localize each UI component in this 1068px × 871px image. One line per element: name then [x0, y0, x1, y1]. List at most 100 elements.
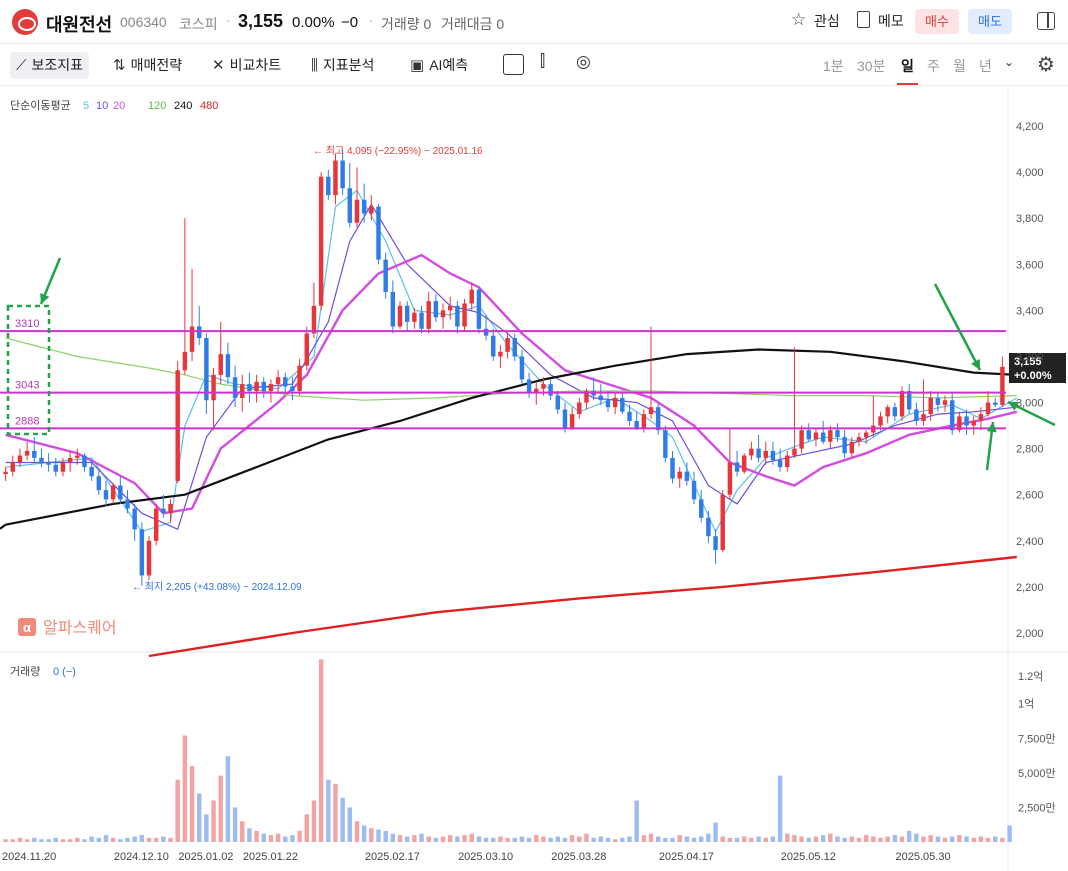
date-tick-label: 2025.01.22 [243, 851, 298, 863]
volume-bar [648, 833, 654, 842]
ai-predict-button[interactable]: ▣ AI예측 [410, 52, 468, 79]
volume-bar [333, 783, 338, 842]
volume-bar [749, 837, 754, 842]
indicators-button[interactable]: ⟋ 보조지표 [10, 52, 90, 79]
period-month[interactable]: 월 [953, 56, 966, 76]
volume-bar [376, 829, 381, 842]
candle-body [110, 485, 116, 500]
volume-bar [498, 836, 503, 842]
watch-button[interactable]: 관심 [814, 11, 840, 31]
ai-chip-icon: ▣ [410, 57, 425, 74]
period-day[interactable]: 일 [901, 56, 914, 76]
candle-body [283, 377, 288, 387]
candle-body [569, 414, 575, 428]
candle-body [770, 450, 776, 461]
volume-bar [397, 835, 403, 842]
volume-bar [483, 837, 489, 842]
candle-body [297, 365, 302, 392]
buy-button[interactable]: 매수 [915, 9, 959, 34]
price-tick-label: 3,000 [1016, 398, 1044, 410]
candle-body [742, 455, 747, 472]
candle-body [605, 400, 611, 408]
volume-bar [283, 836, 288, 842]
volume-bar [663, 837, 668, 842]
level-label: 3310 [15, 318, 39, 330]
volume-bar [3, 839, 8, 842]
memo-icon[interactable] [857, 11, 870, 28]
period-30min[interactable]: 30분 [857, 56, 885, 76]
price-chart[interactable]: 3310 3043 2888 ← 최고 4,095 (−22.95%) − 2025.… [0, 86, 1068, 871]
candle-body [663, 430, 668, 458]
candle-body [799, 430, 804, 449]
candle-body [921, 414, 926, 421]
price-tick-label: 2,200 [1016, 582, 1044, 594]
candle-body [318, 176, 324, 306]
candle-body [720, 494, 725, 551]
analysis-button[interactable]: ⫼ 지표분석 [311, 52, 374, 79]
star-icon[interactable]: ☆ [791, 10, 806, 30]
volume-bar [189, 765, 195, 842]
candle-body [125, 499, 130, 509]
ma5-line [5, 189, 1018, 533]
volume-bar [24, 839, 30, 842]
volume-bar [196, 793, 202, 842]
volume-bar [634, 800, 639, 842]
price-tick-label: 4,200 [1016, 121, 1044, 133]
sell-button[interactable]: 매도 [968, 9, 1012, 34]
volume-bar [361, 825, 367, 842]
candle-body [412, 312, 417, 322]
candle-body [555, 395, 561, 410]
candle-body [361, 199, 367, 214]
volume-bar [964, 836, 969, 842]
side-panel-icon[interactable] [1037, 12, 1055, 30]
volume-bar [799, 836, 804, 842]
volume-bar [311, 800, 317, 842]
candle-body [455, 305, 460, 327]
chevron-down-icon[interactable]: ⌄ [1004, 55, 1014, 69]
volume-bar [419, 833, 424, 842]
volume-bar [347, 807, 353, 842]
volume-bar [985, 837, 991, 842]
price-tick-label: 3,400 [1016, 305, 1044, 317]
candle-body [806, 430, 812, 440]
drawing-box-icon[interactable] [503, 54, 524, 75]
candle-body [3, 471, 8, 474]
period-week[interactable]: 주 [927, 56, 940, 76]
volume-bar [354, 821, 360, 842]
volume-bar [462, 835, 467, 842]
volume-bar [275, 833, 281, 842]
gear-icon[interactable]: ⚙ [1037, 52, 1055, 77]
volume-bar [32, 837, 37, 842]
candle-body [928, 397, 933, 415]
analysis-label: 지표분석 [322, 57, 375, 73]
volume-bar [476, 836, 482, 842]
compare-button[interactable]: ✕ 비교차트 [212, 52, 281, 79]
price-tick-label: 2,600 [1016, 490, 1044, 502]
date-tick-label: 2025.05.30 [896, 851, 951, 863]
volume-bar [978, 836, 984, 842]
volume-bar [684, 836, 690, 842]
volume-bar [562, 837, 568, 842]
volume-bar [835, 836, 840, 842]
candle-body [67, 457, 73, 463]
strategy-button[interactable]: ⇅ 매매전략 [113, 52, 182, 79]
candle-body [376, 206, 381, 260]
volume-bar [139, 835, 145, 842]
stock-code: 006340 [120, 14, 167, 30]
candle-body [978, 414, 984, 421]
candle-body [440, 310, 446, 318]
candle-body [340, 160, 345, 189]
period-1min[interactable]: 1분 [823, 56, 844, 76]
candle-body [404, 305, 410, 322]
candle-body [354, 199, 360, 223]
analysis-icon: ⫼ [311, 57, 318, 74]
camera-icon[interactable]: ◎ [576, 52, 591, 72]
candle-body [146, 540, 152, 576]
candle-body [620, 397, 625, 412]
candle-body [275, 377, 281, 385]
memo-button[interactable]: 메모 [878, 11, 904, 31]
candle-type-icon[interactable]: ⫿ [540, 53, 545, 71]
candle-body [820, 432, 826, 442]
candle-body [462, 303, 467, 327]
period-year[interactable]: 년 [979, 56, 992, 76]
